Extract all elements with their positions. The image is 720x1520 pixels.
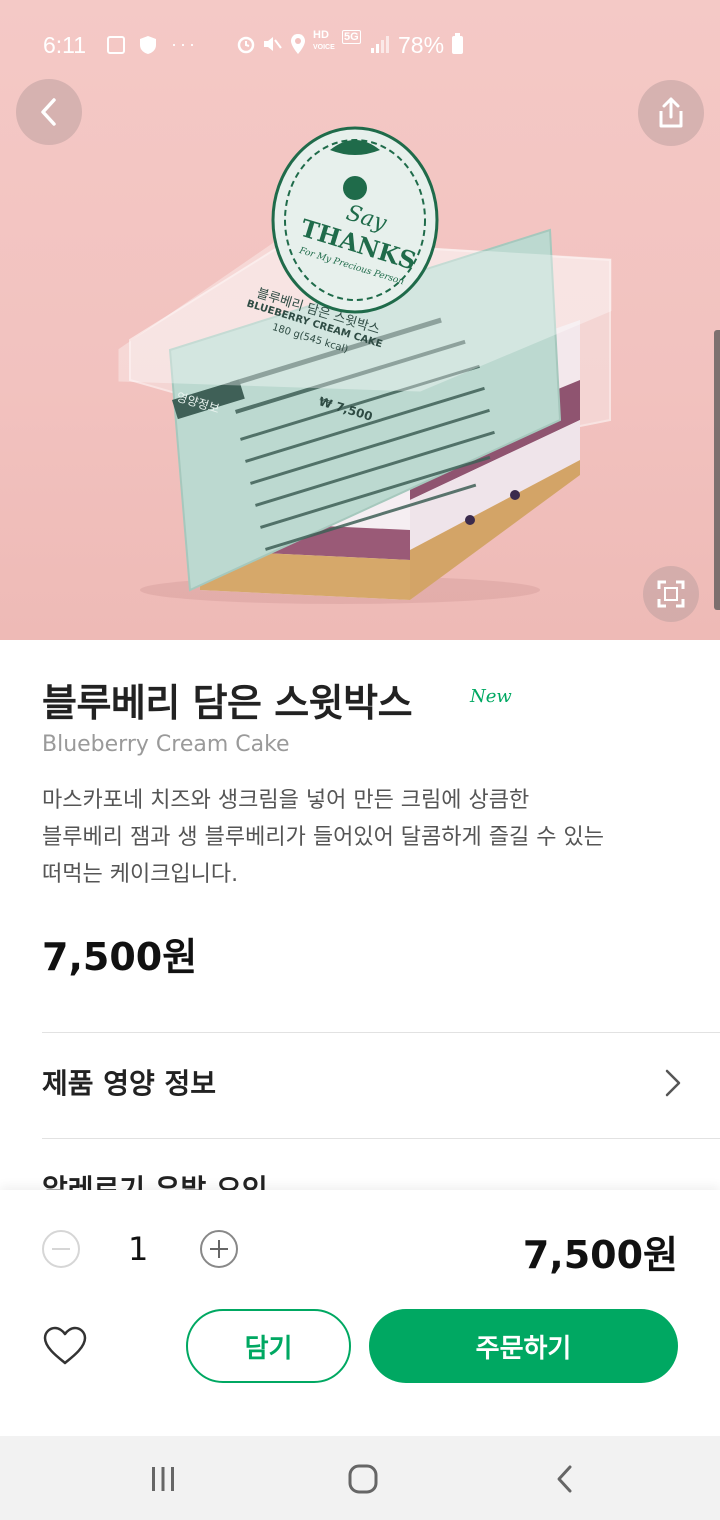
order-button[interactable]: 주문하기 [369, 1309, 678, 1383]
quantity-decrease-button[interactable] [42, 1230, 80, 1268]
location-icon [291, 34, 305, 54]
back-icon [557, 1465, 572, 1493]
system-back-button[interactable] [545, 1462, 585, 1496]
heart-icon [43, 1326, 87, 1365]
description-line: 떠먹는 케이크입니다. [42, 862, 239, 887]
nutrition-info-label: 제품 영양 정보 [42, 1067, 217, 1100]
home-icon [348, 1464, 378, 1494]
quantity-value: 1 [128, 1230, 149, 1268]
cake-illustration [118, 126, 612, 604]
share-button[interactable] [638, 80, 704, 146]
battery-icon [452, 33, 463, 54]
gallery-icon [107, 35, 125, 54]
product-price: 7,500원 [42, 935, 198, 979]
home-button[interactable] [343, 1462, 383, 1496]
recent-apps-button[interactable] [143, 1462, 183, 1496]
plus-icon [210, 1240, 228, 1258]
expand-icon [657, 580, 685, 608]
minus-icon [52, 1248, 70, 1250]
more-dots-icon: ··· [171, 34, 198, 54]
nutrition-info-row[interactable]: 제품 영양 정보 [42, 1032, 682, 1138]
product-name-en: Blueberry Cream Cake [42, 732, 290, 757]
status-time: 6:11 [43, 32, 87, 58]
share-icon [659, 97, 683, 128]
edge-panel-handle[interactable] [714, 330, 720, 610]
order-bar: 1 7,500원 담기 주문하기 [0, 1190, 720, 1436]
fullscreen-button[interactable] [643, 566, 699, 622]
total-price: 7,500원 [522, 1233, 678, 1277]
status-bar: 6:11 ··· HD VOICE 5G 78% [0, 0, 720, 90]
description-line: 마스카포네 치즈와 생크림을 넣어 만든 크림에 상큼한 [42, 788, 530, 813]
recent-apps-icon [152, 1467, 174, 1491]
description-line: 블루베리 잼과 생 블루베리가 들어있어 달콤하게 즐길 수 있는 [42, 825, 604, 850]
back-button[interactable] [16, 79, 82, 145]
chevron-left-icon [41, 98, 56, 126]
shield-icon [140, 35, 156, 54]
5g-icon: 5G [342, 30, 361, 44]
add-to-cart-button[interactable]: 담기 [186, 1309, 351, 1383]
quantity-increase-button[interactable] [200, 1230, 238, 1268]
product-name: 블루베리 담은 스윗박스 [42, 681, 413, 725]
chevron-right-icon [665, 1069, 681, 1097]
signal-icon [371, 36, 389, 53]
divider [42, 1138, 720, 1139]
new-badge: New [470, 686, 512, 707]
hd-voice-icon: HD VOICE [313, 29, 335, 52]
alarm-icon [237, 36, 255, 54]
system-nav-bar [0, 1436, 720, 1520]
favorite-button[interactable] [42, 1326, 88, 1366]
mute-icon [264, 37, 282, 51]
product-image: Say THANKS For My Precious Person 블루베리 담… [0, 0, 720, 640]
product-description: 마스카포네 치즈와 생크림을 넣어 만든 크림에 상큼한 블루베리 잼과 생 블… [42, 782, 682, 893]
battery-percent: 78% [398, 32, 445, 58]
